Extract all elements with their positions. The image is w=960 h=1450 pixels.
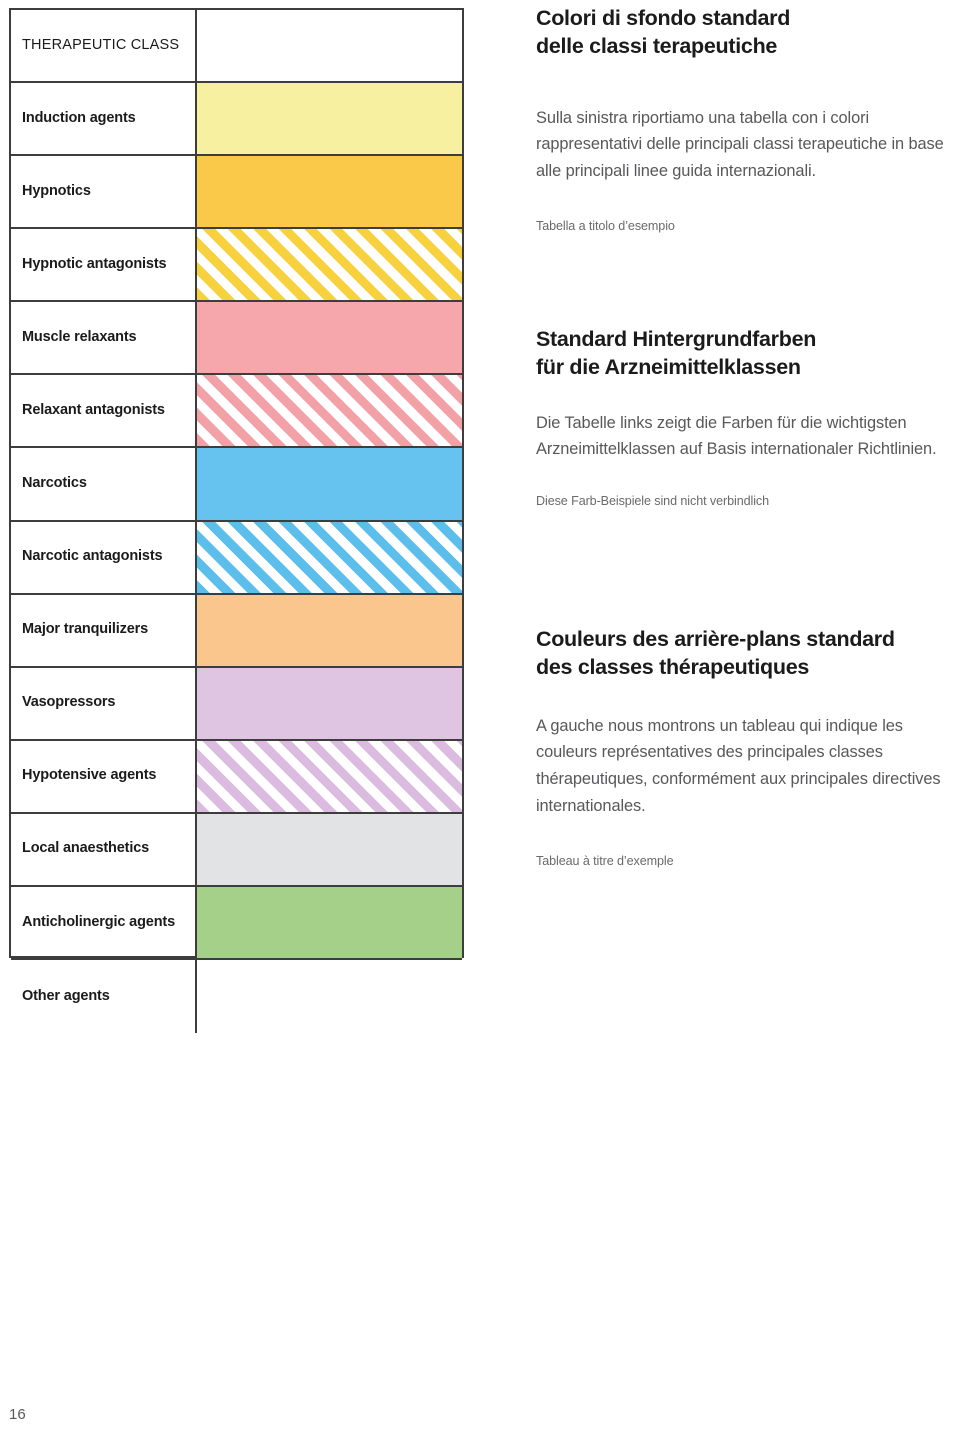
color-swatch [197,960,462,1034]
table-row: Other agents [11,960,462,1034]
table-row-label: Major tranquilizers [11,594,197,666]
table-row-label: Anticholinergic agents [11,886,197,959]
italian-caption: Tabella a titolo d’esempio [536,218,675,233]
color-swatch [197,83,462,155]
table-row-label: Hypotensive agents [11,740,197,812]
color-swatch [197,740,462,812]
color-swatch [197,375,462,447]
french-body: A gauche nous montrons un tableau qui in… [536,716,941,815]
text-block-german: Standard Hintergrundfarben für die Arzne… [536,325,960,511]
color-swatch [197,667,462,739]
italian-title-line2: delle classi terapeutiche [536,34,778,59]
table-row: Vasopressors [11,667,462,741]
french-title-line2: des classes thérapeutiques [536,655,810,680]
text-block-italian: Colori di sfondo standard delle classi t… [536,4,960,236]
table-row-label: Muscle relaxants [11,302,197,374]
table-row: Hypnotics [11,156,462,230]
color-swatch [197,229,462,301]
german-title: Standard Hintergrundfarben für die Arzne… [536,325,960,382]
table-row-label: Local anaesthetics [11,813,197,885]
table-row: Narcotics [11,448,462,522]
table-row: Induction agents [11,83,462,157]
color-swatch [197,521,462,593]
color-swatch [197,10,462,82]
table-row: Major tranquilizers [11,594,462,668]
color-swatch [197,302,462,374]
french-title: Couleurs des arrière-plans standard des … [536,625,960,682]
french-title-line1: Couleurs des arrière-plans standard [536,627,895,651]
italian-title-line1: Colori di sfondo standard [536,6,791,30]
italian-body: Sulla sinistra riportiamo una tabella co… [536,108,944,181]
table-row: Muscle relaxants [11,302,462,376]
table-row: Local anaesthetics [11,813,462,887]
german-title-line2: für die Arzneimittelklassen [536,355,801,380]
table-row: Hypotensive agents [11,740,462,814]
table-row-label: Relaxant antagonists [11,375,197,447]
color-swatch [197,448,462,520]
german-body: Die Tabelle links zeigt die Farben für d… [536,413,937,459]
table-row-label: Narcotic antagonists [11,521,197,593]
table-row-label: Hypnotic antagonists [11,229,197,301]
table-header-label: THERAPEUTIC CLASS [11,10,197,82]
italian-title: Colori di sfondo standard delle classi t… [536,4,960,61]
text-block-french: Couleurs des arrière-plans standard des … [536,625,960,870]
color-swatch [197,594,462,666]
table-row-label: Vasopressors [11,667,197,739]
table-row: Narcotic antagonists [11,521,462,595]
german-title-line1: Standard Hintergrundfarben [536,327,817,351]
table-row: THERAPEUTIC CLASS [11,10,462,84]
table-row-label: Induction agents [11,83,197,155]
german-caption: Diese Farb-Beispiele sind nicht verbindl… [536,494,769,509]
color-swatch [197,886,462,959]
color-swatch [197,156,462,228]
table-row-label: Hypnotics [11,156,197,228]
color-swatch [197,813,462,885]
table-row-label: Narcotics [11,448,197,520]
french-caption: Tableau à titre d’exemple [536,853,674,868]
table-row: Hypnotic antagonists [11,229,462,303]
table-row: Anticholinergic agents [11,886,462,961]
table-row: Relaxant antagonists [11,375,462,449]
table-row-label: Other agents [11,960,197,1034]
page-number: 16 [9,1406,26,1423]
therapeutic-class-table: THERAPEUTIC CLASS Induction agents Hypnoti… [9,8,464,1034]
